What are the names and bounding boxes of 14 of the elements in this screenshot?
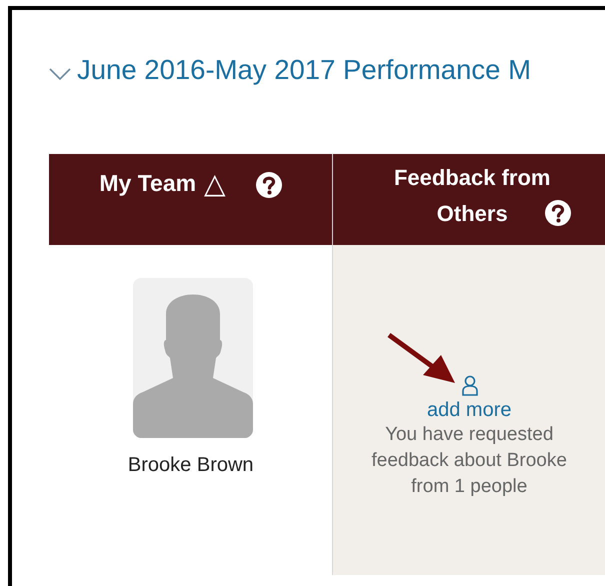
column-header[interactable]: My Team △ xyxy=(49,154,334,245)
column-label: My Team xyxy=(99,170,196,197)
add-more-link[interactable]: add more xyxy=(426,399,512,422)
section-title[interactable]: June 2016-May 2017 Performance M xyxy=(77,54,531,86)
column-header[interactable]: Feedback from Others xyxy=(333,154,605,245)
person-icon[interactable] xyxy=(461,375,480,397)
column-label: Feedback from Others xyxy=(392,164,552,228)
feedback-note: You have requested feedback about Brooke from 1 people xyxy=(370,423,568,499)
chevron-icon[interactable] xyxy=(49,68,71,80)
help-icon[interactable] xyxy=(545,200,572,226)
annotation-arrow xyxy=(387,333,458,385)
member-name: Brooke Brown xyxy=(128,454,254,477)
sort-indicator[interactable]: △ xyxy=(204,170,226,198)
help-icon[interactable] xyxy=(256,172,282,198)
